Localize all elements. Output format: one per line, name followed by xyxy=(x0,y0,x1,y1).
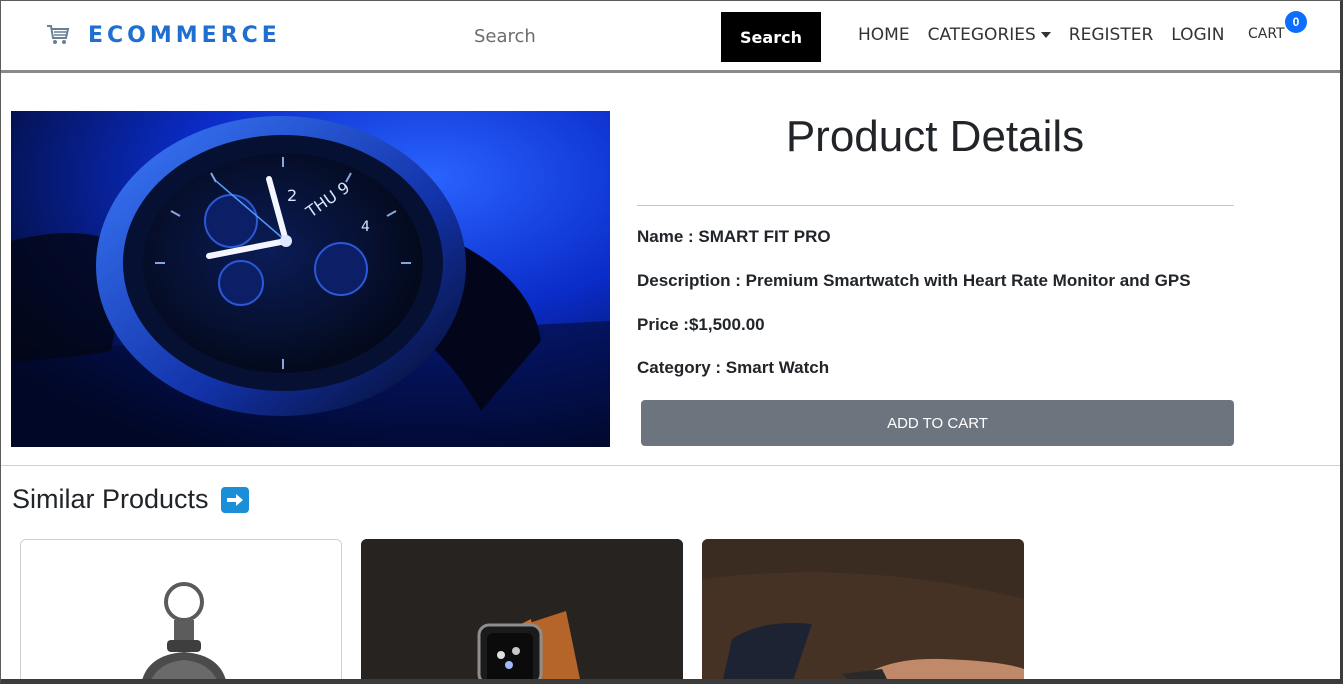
similar-product-card[interactable] xyxy=(20,539,342,684)
similar-products-label: Similar Products xyxy=(12,484,209,514)
nav-cart[interactable]: CART xyxy=(1248,26,1285,42)
details-divider xyxy=(637,205,1234,206)
product-details-heading: Product Details xyxy=(785,112,1085,161)
nav-categories-label: CATEGORIES xyxy=(927,25,1036,45)
caret-down-icon xyxy=(1040,32,1051,38)
product-name: Name : SMART FIT PRO xyxy=(637,227,831,246)
product-image: THU 9 2 4 xyxy=(11,111,610,447)
wrist-watch-photo xyxy=(702,539,1024,684)
right-arrow-icon xyxy=(220,486,249,513)
add-to-cart-button[interactable]: ADD TO CART xyxy=(641,400,1234,446)
nav-register[interactable]: REGISTER xyxy=(1069,25,1153,45)
brand[interactable]: ECOMMERCE xyxy=(46,20,281,50)
product-description: Description : Premium Smartwatch with He… xyxy=(637,271,1191,290)
svg-text:4: 4 xyxy=(361,219,370,235)
brand-name[interactable]: ECOMMERCE xyxy=(88,23,281,48)
nav-home[interactable]: HOME xyxy=(858,25,910,45)
nav-categories[interactable]: CATEGORIES xyxy=(928,25,1051,45)
navbar: ECOMMERCE Search HOME CATEGORIES REGISTE… xyxy=(0,0,1340,73)
smartwatch-photo: THU 9 2 4 xyxy=(11,111,610,447)
search-input[interactable] xyxy=(460,13,718,59)
similar-products-heading: Similar Products xyxy=(12,484,249,515)
similar-product-card[interactable] xyxy=(702,539,1024,684)
product-category: Category : Smart Watch xyxy=(637,358,830,377)
cart-count-badge: 0 xyxy=(1285,11,1307,33)
shopping-cart-icon xyxy=(47,25,70,44)
smartwatch-orange-strap-photo xyxy=(361,539,683,684)
nav-links: HOME CATEGORIES REGISTER LOGIN xyxy=(858,22,1242,48)
section-divider xyxy=(0,465,1340,466)
pocket-watch-photo xyxy=(21,540,341,683)
svg-text:2: 2 xyxy=(287,186,297,205)
nav-login[interactable]: LOGIN xyxy=(1171,25,1224,45)
product-price: Price :$1,500.00 xyxy=(637,315,765,334)
similar-product-card[interactable] xyxy=(361,539,683,684)
search-button[interactable]: Search xyxy=(721,12,821,62)
